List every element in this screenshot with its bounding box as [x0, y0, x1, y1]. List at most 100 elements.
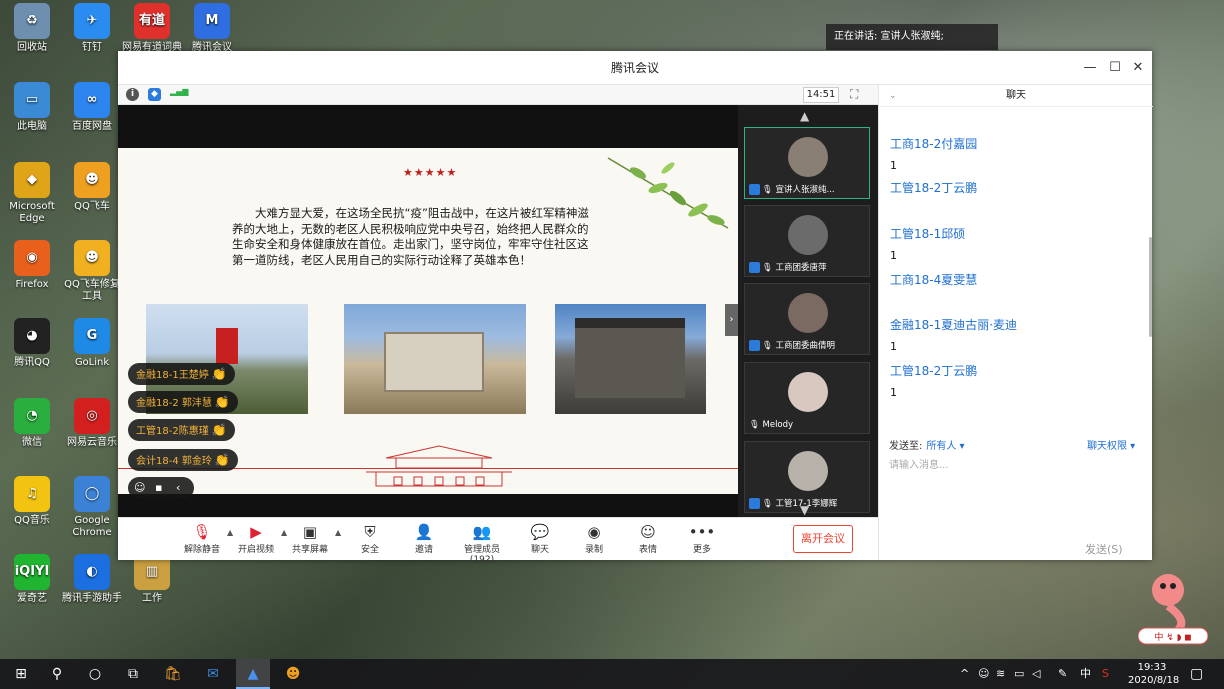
battery-icon[interactable]: ▭ [1014, 659, 1024, 689]
tray-app-icon[interactable]: ☺ [978, 659, 989, 689]
avatar [788, 137, 828, 177]
desktop-icon-label: 钉钉 [82, 42, 102, 53]
share-screen-button[interactable]: ▣ 共享屏幕 [284, 522, 336, 555]
chat-permission-dropdown[interactable]: 聊天权限 ▾ [1087, 437, 1135, 452]
info-icon[interactable]: i [126, 88, 139, 101]
notification-icon[interactable]: ▢ [1190, 659, 1203, 689]
volume-icon[interactable]: ◁ [1032, 659, 1040, 689]
toolbar-label: 更多 [692, 545, 711, 555]
desktop-icon[interactable]: ♫ QQ音乐 [0, 476, 64, 527]
minimize-button[interactable]: — [1080, 58, 1100, 78]
collapse-icon[interactable]: ‹ [176, 481, 180, 494]
desktop-icon[interactable]: ☻ QQ飞车 [60, 162, 124, 213]
store-icon[interactable]: 🛍 [156, 659, 190, 689]
wifi-icon[interactable]: ≋ [996, 659, 1005, 689]
start-video-button[interactable]: ▶ 开启视频 [230, 522, 282, 555]
unmute-button[interactable]: 🎙 解除静音 [176, 522, 228, 555]
desktop-icon[interactable]: iQIYI 爱奇艺 [0, 554, 64, 605]
chat-sender[interactable]: 工管18-2丁云鹏 [890, 362, 977, 379]
scroll-down-icon[interactable]: ▼ [800, 503, 809, 517]
fullscreen-icon[interactable]: ⛶ [850, 87, 858, 102]
desktop-icon[interactable]: ▥ 工作 [120, 554, 184, 605]
toolbar-label: 邀请 [414, 545, 433, 555]
ime-indicator[interactable]: 中 [1080, 659, 1091, 689]
desktop-icon-label: GoLink [74, 357, 110, 368]
participant-tile[interactable]: 🎙 工商团委曲倩明 [744, 283, 870, 355]
chat-sender[interactable]: 工管18-1邱硕 [890, 225, 965, 242]
expand-handle-icon[interactable]: › [725, 304, 738, 336]
security-button[interactable]: ⛨ 安全 [344, 522, 396, 555]
chat-sender[interactable]: 金融18-1夏迪古丽·麦迪 [890, 316, 1017, 333]
desktop-icon[interactable]: G GoLink [60, 318, 124, 369]
desktop-icon[interactable]: ◉ Firefox [0, 240, 64, 291]
more-reactions-icon[interactable]: ▪ [155, 481, 162, 494]
reaction-bubble: 金融18-1王楚婷 👏 [128, 363, 235, 385]
participant-tile[interactable]: 🎙 Melody [744, 362, 870, 434]
desktop-icon[interactable]: ◯ Google Chrome [60, 476, 124, 539]
app-icon: ◆ [14, 162, 50, 198]
participant-list: ▲ 🎙 宣讲人张淑纯... 🎙 工商团委唐萍 🎙 工商团委曲倩明 🎙 Melody 🎙 … [738, 105, 878, 517]
meeting-clock: 14:51 [803, 87, 839, 103]
desktop-icon-label: Google Chrome [72, 515, 112, 538]
invite-button[interactable]: 👤 邀请 [398, 522, 450, 555]
desktop-icon[interactable]: ◎ 网易云音乐 [60, 398, 124, 449]
desktop-icon[interactable]: ♻ 回收站 [0, 3, 64, 54]
participant-tile[interactable]: 🎙 工商团委唐萍 [744, 205, 870, 277]
emoji-icon[interactable]: ☺ [134, 481, 145, 494]
shared-screen-area: ★★★★★ 大难方显大爱，在这场全民抗“疫”阻击战中，在这片被红军精神滋养的大地… [118, 105, 738, 517]
audio-options-chevron-icon[interactable]: ▲ [227, 528, 233, 537]
manage-members-button[interactable]: 👥 管理成员(192) [456, 522, 508, 565]
chat-sender[interactable]: 工商18-4夏雯慧 [890, 271, 977, 288]
signal-icon[interactable]: ▂▄▆ [170, 87, 188, 96]
video-options-chevron-icon[interactable]: ▲ [281, 528, 287, 537]
share-options-chevron-icon[interactable]: ▲ [335, 528, 341, 537]
chat-sender[interactable]: 工管18-2丁云鹏 [890, 179, 977, 196]
send-to-value[interactable]: 所有人 ▾ [926, 441, 964, 452]
chat-input[interactable]: 请输入消息... [889, 456, 1139, 471]
tray-chevron-icon[interactable]: ^ [960, 659, 969, 689]
record-button[interactable]: ◉ 录制 [568, 522, 620, 555]
maximize-button[interactable]: ☐ [1105, 58, 1125, 78]
chat-sender[interactable]: 金融18-2张萌 [890, 107, 965, 108]
start-icon[interactable]: ⊞ [4, 659, 38, 689]
desktop-icon[interactable]: ☻ QQ飞车修复工具 [60, 240, 124, 303]
desktop-icon[interactable]: ▭ 此电脑 [0, 82, 64, 133]
desktop-icon[interactable]: M 腾讯会议 [180, 3, 244, 54]
more-button[interactable]: ••• 更多 [676, 522, 728, 555]
scroll-up-icon[interactable]: ▲ [800, 109, 809, 123]
system-clock[interactable]: 19:33 2020/8/18 [1128, 661, 1179, 687]
shield-icon[interactable]: ◆ [148, 88, 161, 101]
reactions-button[interactable]: ☺ 表情 [622, 522, 674, 555]
desktop-icon[interactable]: 有道 网易有道词典 [120, 3, 184, 54]
leave-meeting-button[interactable]: 离开会议 [793, 525, 853, 553]
app-icon: ☻ [74, 240, 110, 276]
pen-icon[interactable]: ✎ [1058, 659, 1067, 689]
collapse-chat-icon[interactable]: ⌄ [889, 85, 897, 107]
close-button[interactable]: ✕ [1128, 58, 1148, 78]
desktop-icon[interactable]: ◐ 腾讯手游助手 [60, 554, 124, 605]
sogou-icon[interactable]: S [1102, 659, 1109, 689]
svg-text:中 ↯ ◗ ◼: 中 ↯ ◗ ◼ [1154, 631, 1191, 643]
desktop-icon[interactable]: ◆ Microsoft Edge [0, 162, 64, 225]
desktop-icon[interactable]: ◔ 微信 [0, 398, 64, 449]
cortana-icon[interactable]: ○ [78, 659, 112, 689]
qq-speed-taskbar-icon[interactable]: ☻ [276, 659, 310, 689]
desktop-icon[interactable]: ✈ 钉钉 [60, 3, 124, 54]
app-icon: iQIYI [14, 554, 50, 590]
send-to-selector[interactable]: 发送至: 所有人 ▾ [889, 437, 965, 452]
desktop-icon-label: 回收站 [17, 42, 47, 53]
desktop-icon[interactable]: ◕ 腾讯QQ [0, 318, 64, 369]
mail-icon[interactable]: ✉ [196, 659, 230, 689]
send-button[interactable]: 发送(S) [1085, 541, 1123, 557]
task-view-icon[interactable]: ⧉ [116, 659, 150, 689]
desktop-icon[interactable]: ∞ 百度网盘 [60, 82, 124, 133]
desktop-icon-label: 工作 [142, 593, 162, 604]
chat-button[interactable]: 💬 聊天 [514, 522, 566, 555]
chat-scrollbar[interactable] [1149, 237, 1152, 337]
toolbar-label: 共享屏幕 [291, 545, 328, 555]
participant-tile[interactable]: 🎙 宣讲人张淑纯... [744, 127, 870, 199]
search-icon[interactable]: ⚲ [40, 659, 74, 689]
presentation-slide: ★★★★★ 大难方显大爱，在这场全民抗“疫”阻击战中，在这片被红军精神滋养的大地… [118, 148, 738, 494]
chat-sender[interactable]: 工商18-2付嘉园 [890, 135, 977, 152]
tencent-meeting-taskbar-icon[interactable]: ▲ [236, 659, 270, 689]
